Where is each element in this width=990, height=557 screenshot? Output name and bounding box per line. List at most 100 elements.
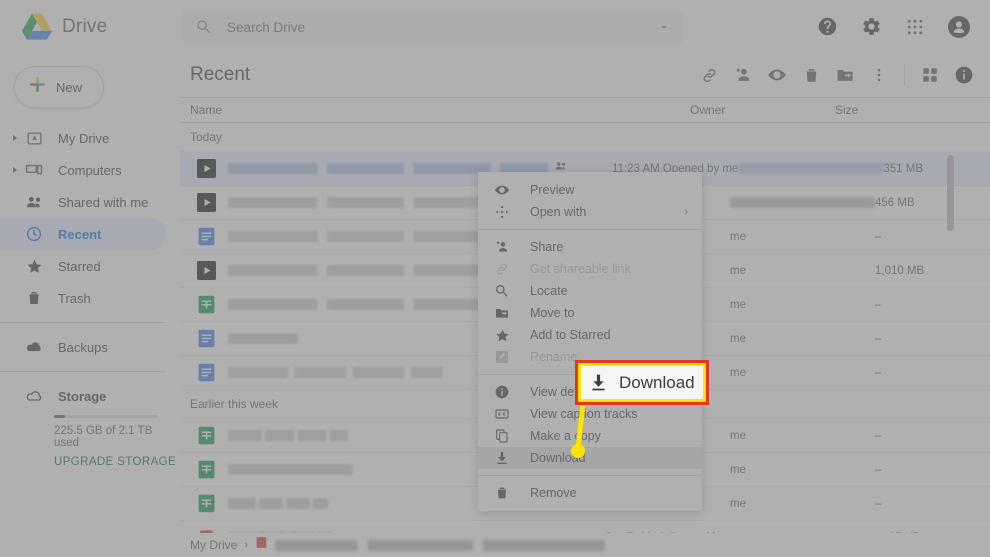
trash-icon <box>492 485 512 501</box>
chevron-right-icon: › <box>684 206 688 218</box>
captions-icon <box>492 406 512 422</box>
sidebar-item-computers[interactable]: Computers <box>0 154 166 186</box>
download-icon <box>492 450 512 466</box>
chevron-down-icon[interactable] <box>657 20 671 34</box>
docs-file-icon <box>192 363 220 382</box>
trash-icon <box>22 289 46 307</box>
file-size: 1,010 MB <box>875 264 925 277</box>
sidebar-item-label: Shared with me <box>58 194 149 210</box>
file-owner: me <box>730 264 746 277</box>
breadcrumb-current[interactable] <box>275 539 606 551</box>
my-drive-icon <box>22 130 46 147</box>
toolbar-divider <box>904 64 905 86</box>
menu-item-label: Download <box>530 451 586 465</box>
preview-eye-icon[interactable] <box>761 59 793 91</box>
new-button-label: New <box>56 79 83 95</box>
settings-gear-icon[interactable] <box>854 10 888 44</box>
upgrade-storage-link[interactable]: UPGRADE STORAGE <box>54 456 180 468</box>
account-avatar-icon[interactable] <box>942 10 976 44</box>
menu-item-open-with[interactable]: Open with › <box>478 201 702 223</box>
sidebar-item-starred[interactable]: Starred <box>0 250 166 282</box>
column-header-name[interactable]: Name <box>180 103 690 117</box>
video-file-icon <box>192 261 220 280</box>
search-input[interactable] <box>213 19 657 35</box>
storage-progress-fill <box>54 415 66 418</box>
menu-item-locate[interactable]: Locate <box>478 280 702 302</box>
menu-item-make-a-copy[interactable]: Make a copy <box>478 425 702 447</box>
menu-item-share[interactable]: Share <box>478 236 702 258</box>
menu-item-view-caption-tracks[interactable]: View caption tracks <box>478 403 702 425</box>
table-column-header: Name Owner Size <box>180 97 990 123</box>
details-info-icon[interactable] <box>948 59 980 91</box>
download-icon <box>581 372 615 393</box>
file-size: – <box>875 429 882 442</box>
menu-item-preview[interactable]: Preview <box>478 179 702 201</box>
sidebar-divider-1 <box>0 322 166 323</box>
menu-item-label: View caption tracks <box>530 407 638 421</box>
file-size: 351 MB <box>883 162 924 175</box>
menu-item-label: Open with <box>530 205 587 219</box>
expand-arrow-icon[interactable] <box>8 167 22 173</box>
file-name <box>228 430 348 441</box>
docs-file-icon <box>192 227 220 246</box>
breadcrumb-separator: › <box>244 539 249 551</box>
sidebar-item-trash[interactable]: Trash <box>0 282 166 314</box>
column-header-size[interactable]: Size <box>835 103 990 117</box>
menu-item-label: Move to <box>530 306 575 320</box>
file-size: – <box>875 230 882 243</box>
vertical-scrollbar[interactable] <box>947 155 954 231</box>
breadcrumb: My Drive › <box>180 533 990 557</box>
menu-item-label: Add to Starred <box>530 328 611 342</box>
computers-icon <box>22 161 46 179</box>
add-person-icon[interactable] <box>727 59 759 91</box>
sidebar-item-shared-with-me[interactable]: Shared with me <box>0 186 166 218</box>
main-header: Recent <box>180 53 990 97</box>
menu-item-add-to-starred[interactable]: Add to Starred <box>478 324 702 346</box>
apps-grid-icon[interactable] <box>898 10 932 44</box>
menu-item-label: Get shareable link <box>530 262 631 276</box>
more-vertical-icon[interactable] <box>863 59 895 91</box>
new-button[interactable]: New <box>14 66 104 108</box>
trash-icon[interactable] <box>795 59 827 91</box>
eye-icon <box>492 182 512 198</box>
move-to-folder-icon[interactable] <box>829 59 861 91</box>
get-link-icon[interactable] <box>693 59 725 91</box>
help-icon[interactable] <box>810 10 844 44</box>
video-file-icon <box>192 193 220 212</box>
app-header: Drive <box>0 0 990 53</box>
sheets-file-icon <box>192 460 220 479</box>
app-name: Drive <box>62 15 108 37</box>
page-title: Recent <box>190 64 251 85</box>
file-owner: me <box>730 497 746 510</box>
expand-arrow-icon[interactable] <box>8 135 22 141</box>
menu-item-label: Locate <box>530 284 568 298</box>
pdf-file-icon <box>255 536 268 554</box>
menu-item-remove[interactable]: Remove <box>478 482 702 504</box>
menu-item-label: Make a copy <box>530 429 601 443</box>
group-label-today: Today <box>180 123 990 152</box>
cloud-filled-icon <box>22 337 46 357</box>
file-owner: me <box>730 230 746 243</box>
sidebar-item-recent[interactable]: Recent <box>0 218 166 250</box>
callout-label: Download <box>619 372 695 392</box>
sidebar-item-my-drive[interactable]: My Drive <box>0 122 166 154</box>
star-icon <box>492 327 512 344</box>
file-owner: me <box>730 366 746 379</box>
breadcrumb-root[interactable]: My Drive <box>190 538 237 552</box>
link-icon <box>492 261 512 277</box>
cloud-outline-icon <box>22 386 46 406</box>
storage-header[interactable]: Storage <box>8 380 180 412</box>
sidebar-item-backups[interactable]: Backups <box>0 331 166 363</box>
search-bar[interactable] <box>183 10 683 44</box>
storage-progress-bar <box>54 415 158 418</box>
grid-view-icon[interactable] <box>914 59 946 91</box>
sidebar-item-label: Starred <box>58 258 101 274</box>
copy-icon <box>492 428 512 444</box>
menu-divider-1 <box>478 229 702 230</box>
file-owner: me <box>730 332 746 345</box>
sheets-file-icon <box>192 295 220 314</box>
menu-item-download[interactable]: Download <box>478 447 702 469</box>
brand[interactable]: Drive <box>0 13 180 40</box>
menu-item-move-to[interactable]: Move to <box>478 302 702 324</box>
column-header-owner[interactable]: Owner <box>690 103 835 117</box>
